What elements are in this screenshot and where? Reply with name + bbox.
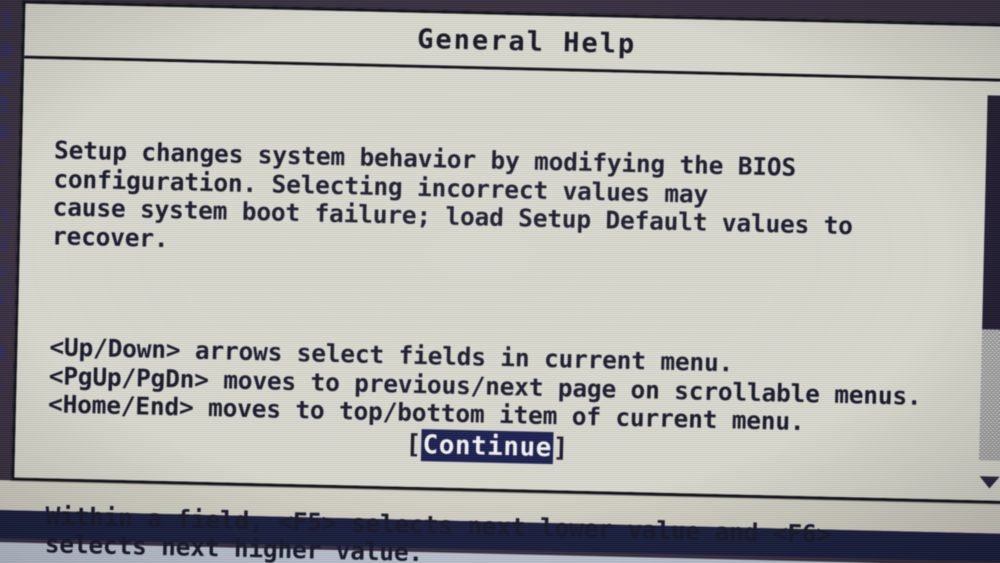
dialog-body: Setup changes system behavior by modifyi… <box>14 58 1000 563</box>
page-title: General Help <box>416 23 637 60</box>
continue-button[interactable]: [ Continue ] <box>405 429 569 465</box>
general-help-dialog: General Help Setup changes system behavi… <box>11 0 1000 563</box>
photographed-screen-scene: 3 a e t e - - n u v s - n l General Help… <box>0 0 1000 563</box>
scrollbar-track[interactable] <box>979 95 1000 461</box>
continue-button-label: Continue <box>421 429 554 465</box>
help-paragraph-field-keys: Within a field, <F5> selects next lower … <box>44 500 832 563</box>
help-text-block: Setup changes system behavior by modifyi… <box>43 79 957 563</box>
scrollbar-thumb[interactable] <box>982 95 1000 330</box>
continue-bracket-right: ] <box>552 433 570 464</box>
continue-bracket-left: [ <box>405 429 422 461</box>
screen-tilt-wrapper: 3 a e t e - - n u v s - n l General Help… <box>0 0 1000 563</box>
help-paragraph-intro: Setup changes system behavior by modifyi… <box>51 135 854 253</box>
vertical-scrollbar[interactable] <box>978 95 1000 490</box>
chevron-down-icon[interactable] <box>979 476 1000 489</box>
